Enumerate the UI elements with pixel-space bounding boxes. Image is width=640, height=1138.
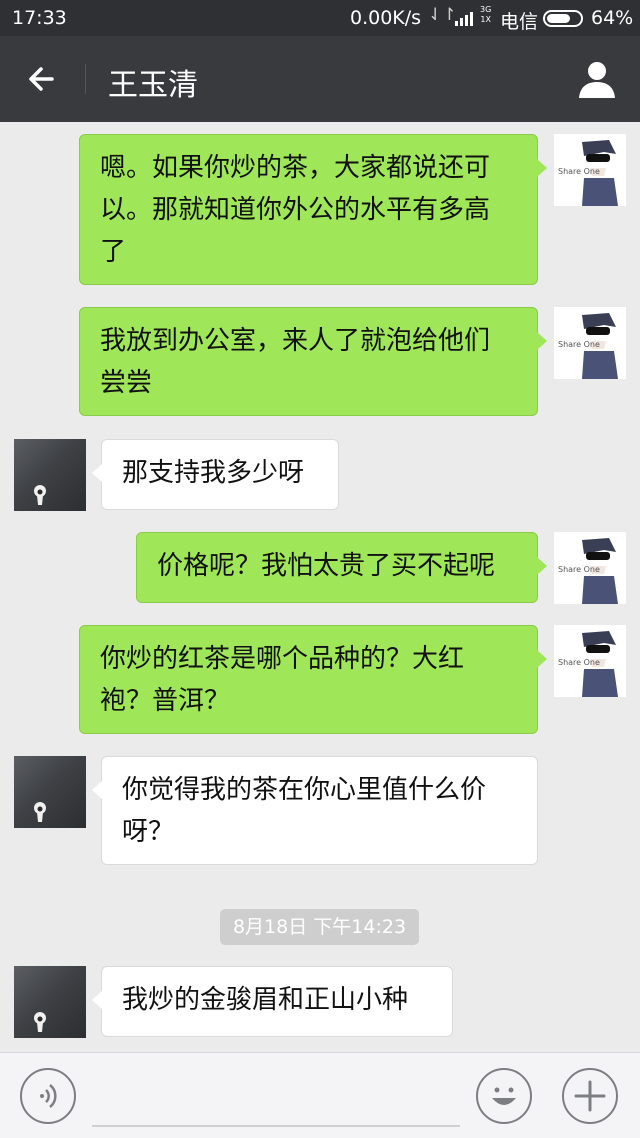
message-text: 我炒的金骏眉和正山小种 — [122, 985, 409, 1015]
smiley-icon — [492, 1087, 516, 1105]
cartoon-avatar-icon: Share One — [558, 140, 618, 206]
cartoon-avatar-icon: Share One — [558, 313, 618, 379]
signal-icon — [455, 10, 477, 26]
message-text: 嗯。如果你炒的茶，大家都说还可以。那就知道你外公的水平有多高了 — [100, 153, 491, 267]
network-type: 3G 1X — [480, 5, 491, 25]
back-arrow-icon[interactable] — [22, 58, 64, 100]
keyhole-avatar-icon — [34, 802, 46, 822]
keyhole-avatar-icon — [34, 485, 46, 505]
contact-avatar[interactable] — [14, 439, 86, 511]
my-message-bubble[interactable]: 我放到办公室，来人了就泡给他们尝尝 — [79, 307, 547, 416]
contact-message-bubble[interactable]: 那支持我多少呀 — [92, 439, 339, 510]
my-avatar[interactable]: Share One — [554, 532, 626, 604]
more-button[interactable] — [562, 1068, 618, 1124]
chat-header: 王玉清 — [0, 36, 640, 122]
message-text: 那支持我多少呀 — [122, 458, 305, 488]
my-avatar[interactable]: Share One — [554, 307, 626, 379]
message-text: 我放到办公室，来人了就泡给他们尝尝 — [100, 326, 491, 398]
my-message-bubble[interactable]: 你炒的红茶是哪个品种的？大红袍？普洱？ — [79, 625, 547, 734]
battery-icon — [543, 10, 583, 27]
voice-button[interactable] — [20, 1068, 76, 1124]
message-text: 你觉得我的茶在你心里值什么价呀？ — [122, 775, 487, 847]
message-text: 你炒的红茶是哪个品种的？大红袍？普洱？ — [100, 644, 465, 716]
keyhole-avatar-icon — [34, 1012, 46, 1032]
voice-icon — [40, 1084, 57, 1108]
status-bar: 17:33 0.00K/s ⇃↾ 3G 1X 电信 64% — [0, 0, 640, 36]
contact-message-bubble[interactable]: 我炒的金骏眉和正山小种 — [92, 966, 453, 1037]
profile-icon[interactable] — [574, 56, 620, 102]
chat-title: 王玉清 — [108, 68, 198, 103]
cartoon-avatar-icon: Share One — [558, 538, 618, 604]
carrier-name: 电信 — [500, 11, 539, 33]
data-transfer-icon: ⇃↾ — [428, 5, 457, 25]
my-avatar[interactable]: Share One — [554, 134, 626, 206]
plus-icon — [574, 1080, 606, 1112]
status-time: 17:33 — [12, 7, 67, 29]
network-type-bottom: 1X — [480, 15, 491, 24]
contact-avatar[interactable] — [14, 966, 86, 1038]
message-input[interactable] — [92, 1125, 460, 1127]
network-speed: 0.00K/s — [350, 7, 422, 29]
battery-percent: 64% — [591, 7, 634, 29]
cartoon-avatar-icon: Share One — [558, 631, 618, 697]
contact-message-bubble[interactable]: 你觉得我的茶在你心里值什么价呀？ — [92, 756, 538, 865]
contact-avatar[interactable] — [14, 756, 86, 828]
avatar-text: Share One — [558, 658, 600, 667]
message-timestamp: 8月18日 下午14:23 — [220, 909, 419, 945]
network-type-top: 3G — [480, 5, 492, 14]
avatar-text: Share One — [558, 565, 600, 574]
header-divider — [85, 64, 86, 94]
message-text: 价格呢？我怕太贵了买不起呢 — [157, 551, 496, 581]
emoji-button[interactable] — [476, 1068, 532, 1124]
my-message-bubble[interactable]: 价格呢？我怕太贵了买不起呢 — [136, 532, 547, 603]
my-avatar[interactable]: Share One — [554, 625, 626, 697]
input-bar — [0, 1052, 640, 1138]
avatar-text: Share One — [558, 167, 600, 176]
avatar-text: Share One — [558, 340, 600, 349]
my-message-bubble[interactable]: 嗯。如果你炒的茶，大家都说还可以。那就知道你外公的水平有多高了 — [79, 134, 547, 285]
